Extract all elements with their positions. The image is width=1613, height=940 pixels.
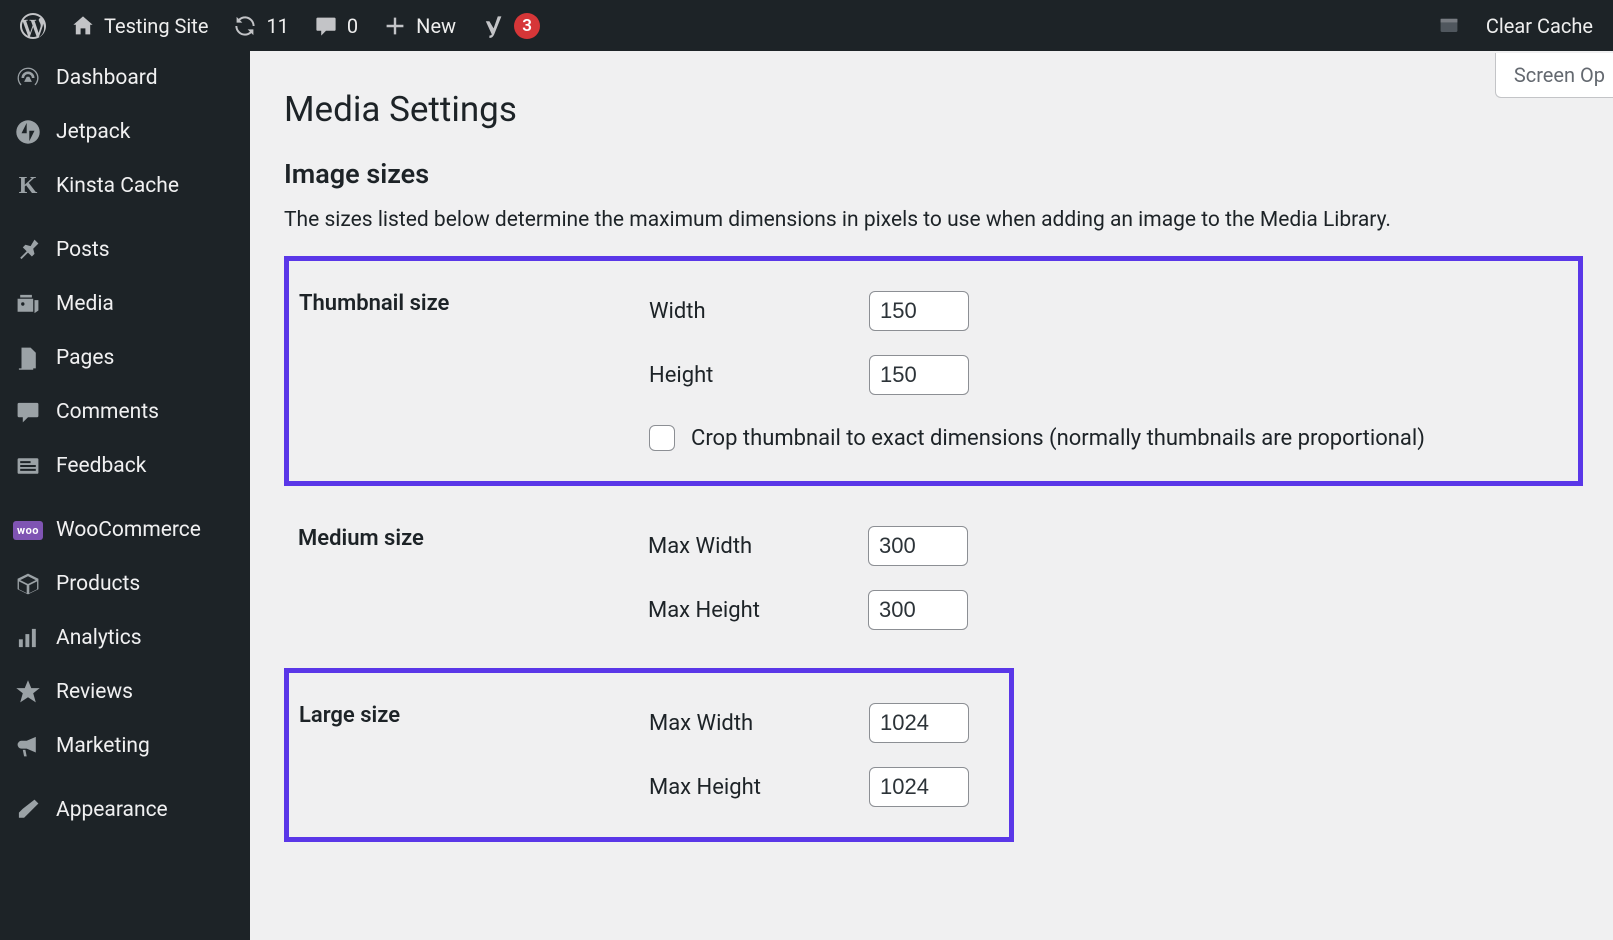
sidebar-item-label: Posts	[56, 238, 110, 262]
updates-link[interactable]: 11	[220, 0, 300, 51]
wordpress-icon	[20, 13, 46, 39]
large-max-width-label: Max Width	[649, 711, 849, 736]
admin-bar: Testing Site 11 0 New 3 Clear Cache	[0, 0, 1613, 51]
thumbnail-size-block: Thumbnail size Width Height Crop thum	[284, 256, 1583, 486]
sidebar-item-reviews[interactable]: Reviews	[0, 665, 250, 719]
woocommerce-icon: woo	[14, 516, 42, 544]
feedback-icon	[14, 452, 42, 480]
section-description: The sizes listed below determine the max…	[284, 208, 1583, 256]
medium-max-width-label: Max Width	[648, 534, 848, 559]
content-area: Screen Op Media Settings Image sizes The…	[250, 51, 1613, 940]
large-max-width-input[interactable]	[869, 703, 969, 743]
notifications-link[interactable]	[1424, 0, 1474, 51]
sidebar-item-label: Analytics	[56, 626, 142, 650]
sidebar-item-label: Feedback	[56, 454, 146, 478]
products-icon	[14, 570, 42, 598]
sidebar-item-label: Comments	[56, 400, 159, 424]
pin-icon	[14, 236, 42, 264]
sidebar-item-marketing[interactable]: Marketing	[0, 719, 250, 773]
sidebar-item-label: Dashboard	[56, 66, 158, 90]
screen-options-label: Screen Op	[1514, 63, 1605, 87]
clear-cache-label: Clear Cache	[1486, 14, 1593, 38]
sidebar-item-pages[interactable]: Pages	[0, 331, 250, 385]
sidebar-item-feedback[interactable]: Feedback	[0, 439, 250, 493]
sidebar-item-analytics[interactable]: Analytics	[0, 611, 250, 665]
sidebar-item-label: WooCommerce	[56, 518, 201, 542]
sidebar-item-label: Marketing	[56, 734, 150, 758]
megaphone-icon	[14, 732, 42, 760]
comments-count: 0	[347, 14, 358, 38]
jetpack-icon	[14, 118, 42, 146]
appearance-icon	[14, 796, 42, 824]
sidebar-item-appearance[interactable]: Appearance	[0, 783, 250, 837]
star-icon	[14, 678, 42, 706]
large-size-block: Large size Max Width Max Height	[284, 668, 1014, 842]
dashboard-icon	[14, 64, 42, 92]
medium-max-height-label: Max Height	[648, 598, 848, 623]
home-icon	[70, 13, 96, 39]
comments-link[interactable]: 0	[301, 0, 370, 51]
thumbnail-crop-checkbox[interactable]	[649, 425, 675, 451]
wp-logo[interactable]	[8, 0, 58, 51]
large-heading: Large size	[299, 693, 639, 817]
yoast-badge: 3	[514, 13, 540, 39]
pages-icon	[14, 344, 42, 372]
plus-icon	[382, 13, 408, 39]
thumbnail-crop-label: Crop thumbnail to exact dimensions (norm…	[691, 426, 1425, 451]
analytics-icon	[14, 624, 42, 652]
sidebar-item-label: Reviews	[56, 680, 133, 704]
sidebar-item-products[interactable]: Products	[0, 557, 250, 611]
comments-icon	[14, 398, 42, 426]
sidebar-item-label: Products	[56, 572, 140, 596]
thumbnail-width-label: Width	[649, 299, 849, 324]
sidebar-item-label: Appearance	[56, 798, 168, 822]
thumbnail-height-input[interactable]	[869, 355, 969, 395]
comment-icon	[313, 13, 339, 39]
clear-cache-link[interactable]: Clear Cache	[1474, 0, 1605, 51]
new-label: New	[416, 14, 456, 38]
medium-size-block: Medium size Max Width Max Height	[284, 496, 1583, 650]
admin-sidebar: Dashboard Jetpack K Kinsta Cache Posts M…	[0, 51, 250, 940]
update-icon	[232, 13, 258, 39]
sidebar-item-media[interactable]: Media	[0, 277, 250, 331]
sidebar-item-kinsta-cache[interactable]: K Kinsta Cache	[0, 159, 250, 213]
sidebar-item-label: Kinsta Cache	[56, 174, 179, 198]
kinsta-icon: K	[14, 172, 42, 200]
medium-max-height-input[interactable]	[868, 590, 968, 630]
section-heading: Image sizes	[284, 158, 1583, 208]
yoast-link[interactable]: 3	[468, 0, 552, 51]
site-name-link[interactable]: Testing Site	[58, 0, 220, 51]
sidebar-item-label: Jetpack	[56, 120, 130, 144]
large-max-height-label: Max Height	[649, 775, 849, 800]
thumbnail-heading: Thumbnail size	[299, 281, 639, 461]
sidebar-item-dashboard[interactable]: Dashboard	[0, 51, 250, 105]
sidebar-item-label: Media	[56, 292, 114, 316]
large-max-height-input[interactable]	[869, 767, 969, 807]
sidebar-item-woocommerce[interactable]: woo WooCommerce	[0, 503, 250, 557]
updates-count: 11	[266, 14, 288, 38]
sidebar-item-jetpack[interactable]: Jetpack	[0, 105, 250, 159]
media-icon	[14, 290, 42, 318]
screen-options-tab[interactable]: Screen Op	[1495, 53, 1613, 98]
notification-icon	[1436, 13, 1462, 39]
sidebar-item-comments[interactable]: Comments	[0, 385, 250, 439]
sidebar-item-posts[interactable]: Posts	[0, 223, 250, 277]
medium-max-width-input[interactable]	[868, 526, 968, 566]
site-name-label: Testing Site	[104, 14, 208, 38]
new-content-link[interactable]: New	[370, 0, 468, 51]
sidebar-item-label: Pages	[56, 346, 114, 370]
medium-heading: Medium size	[298, 516, 638, 640]
thumbnail-height-label: Height	[649, 363, 849, 388]
page-title: Media Settings	[284, 51, 1583, 158]
yoast-icon	[480, 13, 506, 39]
thumbnail-width-input[interactable]	[869, 291, 969, 331]
